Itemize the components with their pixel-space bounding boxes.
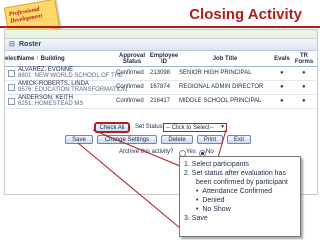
bullet-attendance-confirmed: Attendance Confirmed — [202, 188, 272, 195]
header-tr-forms[interactable]: TR Forms — [293, 51, 315, 66]
app-top-bar — [5, 30, 317, 39]
job-title: SENIOR HIGH PRINCIPAL — [179, 70, 252, 76]
approval-status: Confirmed — [116, 70, 144, 76]
save-button[interactable]: Save — [65, 135, 93, 144]
approval-status: Confirmed — [116, 84, 144, 90]
archive-no-label: No — [206, 149, 214, 155]
evals-dot-icon[interactable]: ● — [280, 70, 284, 76]
row-checkbox[interactable] — [8, 70, 15, 77]
table-row[interactable]: ANDERSON, KEITH 6251: HOMESTEAD MS Confi… — [5, 95, 317, 109]
approval-status: Confirmed — [116, 98, 144, 104]
print-button[interactable]: Print — [197, 135, 223, 144]
check-all-button[interactable]: Check All — [95, 123, 129, 132]
header-employee-id[interactable]: Employee ID — [150, 51, 178, 66]
tr-forms-dot-icon[interactable]: ● — [302, 84, 306, 90]
delete-button[interactable]: Delete — [161, 135, 193, 144]
instructions-box: 1. Select participants 2. Set status aft… — [179, 156, 301, 237]
roster-panel-header[interactable]: ⊟ Roster — [5, 39, 317, 51]
job-title: REGIONAL ADMIN DIRECTOR — [179, 84, 264, 90]
bullet-denied: Denied — [202, 197, 225, 204]
collapse-icon[interactable]: ⊟ — [9, 40, 15, 49]
status-select[interactable]: -- Click to Select-- ▼ — [163, 123, 227, 132]
participant-building: 9576: EDUCATION TRANSFORMATION — [18, 87, 128, 93]
job-title: MIDDLE SCHOOL PRINCIPAL — [179, 98, 262, 104]
archive-yes-label: Yes — [186, 149, 196, 155]
evals-dot-icon[interactable]: ● — [280, 98, 284, 104]
set-status-label: Set Status — [135, 124, 163, 130]
instruction-step-2: 2. Set status after evaluation has — [184, 170, 286, 177]
instruction-bullet: • Attendance Confirmed — [196, 188, 272, 195]
tr-forms-dot-icon[interactable]: ● — [302, 98, 306, 104]
instruction-step-3: 3. Save — [184, 215, 208, 222]
panel-title: Roster — [19, 41, 42, 48]
table-row[interactable]: ALVAREZ, EVONNE 8801: NEW WORLD SCHOOL O… — [5, 67, 317, 81]
instruction-bullet: • No Show — [196, 206, 231, 213]
chevron-down-icon: ▼ — [220, 124, 225, 130]
row-checkbox[interactable] — [8, 98, 15, 105]
participant-building: 8801: NEW WORLD SCHOOL OF THE — [18, 73, 124, 79]
instruction-step-2-cont: been confirmed by participant — [196, 179, 288, 186]
evals-dot-icon[interactable]: ● — [280, 84, 284, 90]
title-divider — [0, 26, 320, 28]
header-job-title[interactable]: Job Title — [179, 51, 271, 66]
employee-id: 216417 — [150, 98, 171, 104]
archive-question: Archive this activity? — [119, 149, 174, 155]
header-select[interactable]: elect — [5, 51, 19, 66]
employee-id: 167874 — [150, 84, 171, 90]
instruction-step-1: 1. Select participants — [184, 161, 249, 168]
table-row[interactable]: AMICK-ROBERTS, LINDA 9576: EDUCATION TRA… — [5, 81, 317, 95]
status-select-value: -- Click to Select-- — [166, 124, 214, 131]
instruction-bullet: • Denied — [196, 197, 225, 204]
header-evals[interactable]: Evals — [272, 51, 292, 66]
participant-building: 6251: HOMESTEAD MS — [18, 101, 84, 107]
change-settings-button[interactable]: Change Settings — [97, 135, 157, 144]
slide-title: Closing Activity — [189, 6, 302, 23]
header-approval-status[interactable]: Approval Status — [115, 51, 149, 66]
tr-forms-dot-icon[interactable]: ● — [302, 70, 306, 76]
header-name-building[interactable]: Name ↑ Building — [18, 51, 114, 66]
bullet-no-show: No Show — [202, 206, 231, 213]
employee-id: 213098 — [150, 70, 171, 76]
table-header: elect Name ↑ Building Approval Status Em… — [5, 51, 317, 67]
row-checkbox[interactable] — [8, 84, 15, 91]
exit-button[interactable]: Exit — [227, 135, 251, 144]
